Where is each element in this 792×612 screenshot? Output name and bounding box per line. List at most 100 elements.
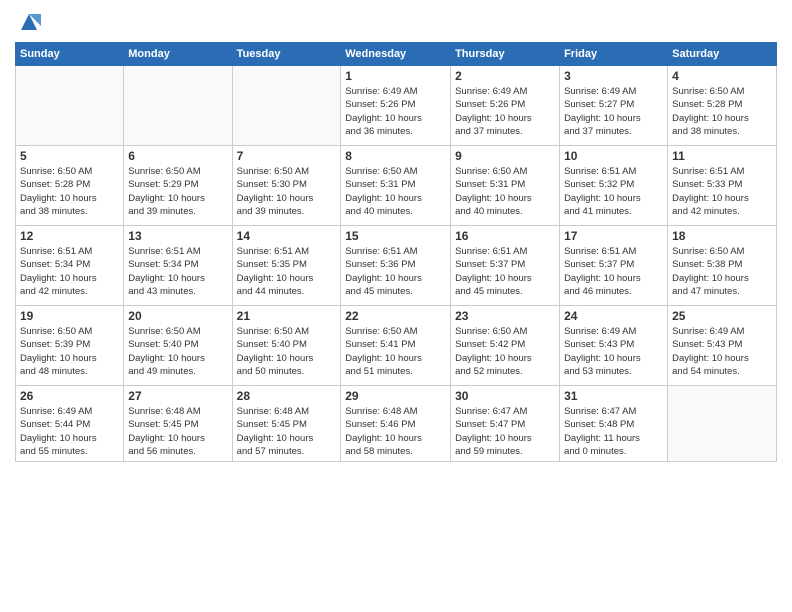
day-info: Sunrise: 6:50 AMSunset: 5:28 PMDaylight:… xyxy=(672,85,772,138)
calendar-cell: 16Sunrise: 6:51 AMSunset: 5:37 PMDayligh… xyxy=(451,226,560,306)
day-info: Sunrise: 6:51 AMSunset: 5:32 PMDaylight:… xyxy=(564,165,663,218)
day-info: Sunrise: 6:51 AMSunset: 5:33 PMDaylight:… xyxy=(672,165,772,218)
day-info: Sunrise: 6:50 AMSunset: 5:40 PMDaylight:… xyxy=(237,325,337,378)
calendar-cell: 30 Sunrise: 6:47 AMSunset: 5:47 PMDayligh… xyxy=(451,386,560,462)
calendar-cell: 17Sunrise: 6:51 AMSunset: 5:37 PMDayligh… xyxy=(560,226,668,306)
day-number: 25 xyxy=(672,309,772,323)
calendar-cell: 27 Sunrise: 6:48 AMSunset: 5:45 PMDayligh… xyxy=(124,386,232,462)
weekday-header-thursday: Thursday xyxy=(451,43,560,66)
calendar-cell xyxy=(124,66,232,146)
logo xyxy=(15,10,41,34)
day-number: 4 xyxy=(672,69,772,83)
day-number: 15 xyxy=(345,229,446,243)
day-info: Sunrise: 6:47 AMSunset: 5:47 PMDaylight:… xyxy=(455,405,555,458)
day-number: 8 xyxy=(345,149,446,163)
day-info: Sunrise: 6:51 AMSunset: 5:35 PMDaylight:… xyxy=(237,245,337,298)
calendar-cell: 11 Sunrise: 6:51 AMSunset: 5:33 PMDayligh… xyxy=(668,146,777,226)
day-number: 6 xyxy=(128,149,227,163)
day-info: Sunrise: 6:51 AMSunset: 5:37 PMDaylight:… xyxy=(455,245,555,298)
day-number: 9 xyxy=(455,149,555,163)
calendar-cell xyxy=(16,66,124,146)
day-number: 27 xyxy=(128,389,227,403)
calendar-cell: 31 Sunrise: 6:47 AMSunset: 5:48 PMDayligh… xyxy=(560,386,668,462)
page: SundayMondayTuesdayWednesdayThursdayFrid… xyxy=(0,0,792,612)
weekday-header-tuesday: Tuesday xyxy=(232,43,341,66)
day-number: 29 xyxy=(345,389,446,403)
day-number: 20 xyxy=(128,309,227,323)
day-number: 3 xyxy=(564,69,663,83)
day-number: 28 xyxy=(237,389,337,403)
day-info: Sunrise: 6:50 AMSunset: 5:31 PMDaylight:… xyxy=(455,165,555,218)
day-number: 24 xyxy=(564,309,663,323)
calendar-cell: 23 Sunrise: 6:50 AMSunset: 5:42 PMDayligh… xyxy=(451,306,560,386)
day-number: 12 xyxy=(20,229,119,243)
day-number: 19 xyxy=(20,309,119,323)
day-info: Sunrise: 6:50 AMSunset: 5:42 PMDaylight:… xyxy=(455,325,555,378)
day-info: Sunrise: 6:50 AMSunset: 5:28 PMDaylight:… xyxy=(20,165,119,218)
day-info: Sunrise: 6:49 AMSunset: 5:26 PMDaylight:… xyxy=(345,85,446,138)
day-number: 7 xyxy=(237,149,337,163)
calendar-cell: 8 Sunrise: 6:50 AMSunset: 5:31 PMDaylight… xyxy=(341,146,451,226)
day-info: Sunrise: 6:51 AMSunset: 5:36 PMDaylight:… xyxy=(345,245,446,298)
calendar-cell: 2 Sunrise: 6:49 AMSunset: 5:26 PMDaylight… xyxy=(451,66,560,146)
weekday-header-friday: Friday xyxy=(560,43,668,66)
calendar-cell: 19 Sunrise: 6:50 AMSunset: 5:39 PMDayligh… xyxy=(16,306,124,386)
day-number: 2 xyxy=(455,69,555,83)
weekday-header-sunday: Sunday xyxy=(16,43,124,66)
day-info: Sunrise: 6:48 AMSunset: 5:45 PMDaylight:… xyxy=(128,405,227,458)
weekday-header-monday: Monday xyxy=(124,43,232,66)
day-number: 1 xyxy=(345,69,446,83)
calendar-week-row: 5Sunrise: 6:50 AMSunset: 5:28 PMDaylight… xyxy=(16,146,777,226)
calendar-cell: 28 Sunrise: 6:48 AMSunset: 5:45 PMDayligh… xyxy=(232,386,341,462)
day-number: 13 xyxy=(128,229,227,243)
calendar-cell: 24 Sunrise: 6:49 AMSunset: 5:43 PMDayligh… xyxy=(560,306,668,386)
calendar-week-row: 12 Sunrise: 6:51 AMSunset: 5:34 PMDayligh… xyxy=(16,226,777,306)
calendar-cell: 25Sunrise: 6:49 AMSunset: 5:43 PMDayligh… xyxy=(668,306,777,386)
day-info: Sunrise: 6:50 AMSunset: 5:31 PMDaylight:… xyxy=(345,165,446,218)
day-number: 10 xyxy=(564,149,663,163)
calendar-cell: 7 Sunrise: 6:50 AMSunset: 5:30 PMDaylight… xyxy=(232,146,341,226)
day-number: 30 xyxy=(455,389,555,403)
day-info: Sunrise: 6:50 AMSunset: 5:29 PMDaylight:… xyxy=(128,165,227,218)
calendar-week-row: 1 Sunrise: 6:49 AMSunset: 5:26 PMDaylight… xyxy=(16,66,777,146)
day-number: 31 xyxy=(564,389,663,403)
day-info: Sunrise: 6:51 AMSunset: 5:37 PMDaylight:… xyxy=(564,245,663,298)
day-info: Sunrise: 6:48 AMSunset: 5:46 PMDaylight:… xyxy=(345,405,446,458)
day-info: Sunrise: 6:48 AMSunset: 5:45 PMDaylight:… xyxy=(237,405,337,458)
day-info: Sunrise: 6:50 AMSunset: 5:30 PMDaylight:… xyxy=(237,165,337,218)
day-info: Sunrise: 6:51 AMSunset: 5:34 PMDaylight:… xyxy=(128,245,227,298)
day-info: Sunrise: 6:47 AMSunset: 5:48 PMDaylight:… xyxy=(564,405,663,458)
calendar-cell: 12 Sunrise: 6:51 AMSunset: 5:34 PMDayligh… xyxy=(16,226,124,306)
calendar-cell: 22Sunrise: 6:50 AMSunset: 5:41 PMDayligh… xyxy=(341,306,451,386)
calendar-cell xyxy=(232,66,341,146)
day-info: Sunrise: 6:51 AMSunset: 5:34 PMDaylight:… xyxy=(20,245,119,298)
day-info: Sunrise: 6:50 AMSunset: 5:39 PMDaylight:… xyxy=(20,325,119,378)
calendar-cell: 26Sunrise: 6:49 AMSunset: 5:44 PMDayligh… xyxy=(16,386,124,462)
day-number: 21 xyxy=(237,309,337,323)
calendar-week-row: 26Sunrise: 6:49 AMSunset: 5:44 PMDayligh… xyxy=(16,386,777,462)
calendar-table: SundayMondayTuesdayWednesdayThursdayFrid… xyxy=(15,42,777,462)
calendar-cell: 6 Sunrise: 6:50 AMSunset: 5:29 PMDaylight… xyxy=(124,146,232,226)
weekday-header-wednesday: Wednesday xyxy=(341,43,451,66)
calendar-cell: 4 Sunrise: 6:50 AMSunset: 5:28 PMDaylight… xyxy=(668,66,777,146)
calendar-week-row: 19 Sunrise: 6:50 AMSunset: 5:39 PMDayligh… xyxy=(16,306,777,386)
day-info: Sunrise: 6:49 AMSunset: 5:43 PMDaylight:… xyxy=(564,325,663,378)
day-info: Sunrise: 6:50 AMSunset: 5:38 PMDaylight:… xyxy=(672,245,772,298)
day-number: 22 xyxy=(345,309,446,323)
calendar-cell: 15 Sunrise: 6:51 AMSunset: 5:36 PMDayligh… xyxy=(341,226,451,306)
calendar-cell: 13 Sunrise: 6:51 AMSunset: 5:34 PMDayligh… xyxy=(124,226,232,306)
calendar-cell: 3 Sunrise: 6:49 AMSunset: 5:27 PMDaylight… xyxy=(560,66,668,146)
day-number: 11 xyxy=(672,149,772,163)
day-number: 23 xyxy=(455,309,555,323)
calendar-cell: 21 Sunrise: 6:50 AMSunset: 5:40 PMDayligh… xyxy=(232,306,341,386)
calendar-cell: 20Sunrise: 6:50 AMSunset: 5:40 PMDayligh… xyxy=(124,306,232,386)
calendar-cell: 10 Sunrise: 6:51 AMSunset: 5:32 PMDayligh… xyxy=(560,146,668,226)
calendar-cell: 1 Sunrise: 6:49 AMSunset: 5:26 PMDaylight… xyxy=(341,66,451,146)
weekday-header-row: SundayMondayTuesdayWednesdayThursdayFrid… xyxy=(16,43,777,66)
day-info: Sunrise: 6:49 AMSunset: 5:27 PMDaylight:… xyxy=(564,85,663,138)
day-info: Sunrise: 6:49 AMSunset: 5:26 PMDaylight:… xyxy=(455,85,555,138)
calendar-cell: 29 Sunrise: 6:48 AMSunset: 5:46 PMDayligh… xyxy=(341,386,451,462)
day-number: 14 xyxy=(237,229,337,243)
calendar-cell: 18Sunrise: 6:50 AMSunset: 5:38 PMDayligh… xyxy=(668,226,777,306)
calendar-cell: 9 Sunrise: 6:50 AMSunset: 5:31 PMDaylight… xyxy=(451,146,560,226)
